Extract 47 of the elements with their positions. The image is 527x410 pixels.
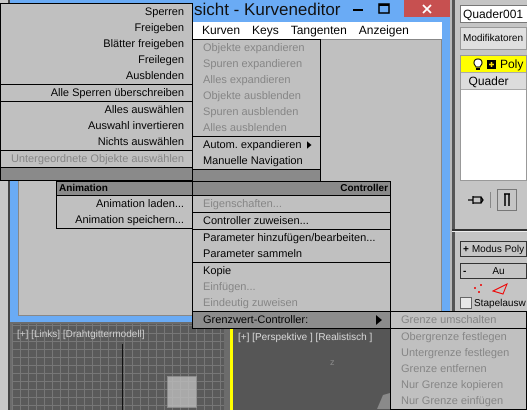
- viewport[interactable]: [+] [Links] [Drahtgittermodell]: [12, 324, 224, 410]
- menu-item[interactable]: Freilegen: [1, 52, 192, 68]
- viewport-label[interactable]: [+] [Links] [Drahtgittermodell]: [17, 329, 145, 340]
- menu-item[interactable]: Animation laden...: [57, 196, 192, 212]
- stack-item[interactable]: Quader: [461, 73, 526, 90]
- close-icon[interactable]: [422, 4, 432, 14]
- viewport-label[interactable]: [+] [Perspektive ] [Realistisch ]: [238, 332, 372, 343]
- menu-item[interactable]: Kopie: [193, 262, 390, 279]
- menu-item[interactable]: Controller zuweisen...: [193, 212, 390, 229]
- submenu-arrow-icon[interactable]: [376, 315, 382, 325]
- modifier-list-dropdown[interactable]: Modifikatoren: [460, 27, 527, 50]
- pillar-icon[interactable]: [503, 193, 511, 207]
- menu-item[interactable]: Grenzwert-Controller:: [193, 311, 390, 328]
- maximize-icon[interactable]: [378, 3, 390, 15]
- rollout-header[interactable]: + Modus Poly: [460, 241, 527, 257]
- menu-item[interactable]: Auswahl invertieren: [1, 118, 192, 134]
- menu-item[interactable]: Freigeben: [1, 20, 192, 36]
- plus-box-icon[interactable]: [487, 60, 496, 68]
- menu-item[interactable]: Animation speichern...: [57, 212, 192, 228]
- checkbox-label: Stapelausw: [474, 298, 526, 308]
- submenu-arrow-icon[interactable]: [307, 140, 312, 150]
- menu-header: Animation: [57, 182, 192, 196]
- stack-item[interactable]: Poly: [461, 56, 526, 73]
- rollout-header[interactable]: - Au: [460, 263, 527, 279]
- close-button[interactable]: [404, 0, 450, 17]
- menu-item[interactable]: Alle Sperren überschreiben: [1, 84, 192, 101]
- object-name-field[interactable]: Quader001: [460, 5, 527, 23]
- menu-item[interactable]: Ausblenden: [1, 68, 192, 84]
- light-bulb-icon: [473, 58, 483, 70]
- menu-item[interactable]: Blätter freigeben: [1, 36, 192, 52]
- menu-item[interactable]: Sperren: [1, 4, 192, 20]
- menu-item[interactable]: Nichts auswählen: [1, 134, 192, 150]
- pin-icon[interactable]: [468, 194, 484, 206]
- menu-item[interactable]: Parameter hinzufügen/bearbeiten...: [193, 229, 390, 246]
- menu-item[interactable]: Anzeigen: [352, 22, 415, 39]
- triangle-icon[interactable]: [492, 283, 508, 295]
- menu-item[interactable]: Manuelle Navigation: [193, 153, 320, 169]
- checkbox[interactable]: [460, 297, 472, 309]
- menu-header: Controller: [193, 182, 390, 196]
- window-title: sicht - Kurveneditor: [194, 0, 340, 20]
- menu-item[interactable]: Alles auswählen: [1, 101, 192, 118]
- menu-item[interactable]: Keys: [246, 22, 285, 39]
- menu-item[interactable]: Parameter sammeln: [193, 246, 390, 262]
- menu-item[interactable]: Tangenten: [284, 22, 353, 39]
- show-end-result-button[interactable]: [497, 189, 517, 211]
- menu-item[interactable]: Kurven: [196, 22, 246, 39]
- menu-item[interactable]: Autom. expandieren: [193, 136, 320, 153]
